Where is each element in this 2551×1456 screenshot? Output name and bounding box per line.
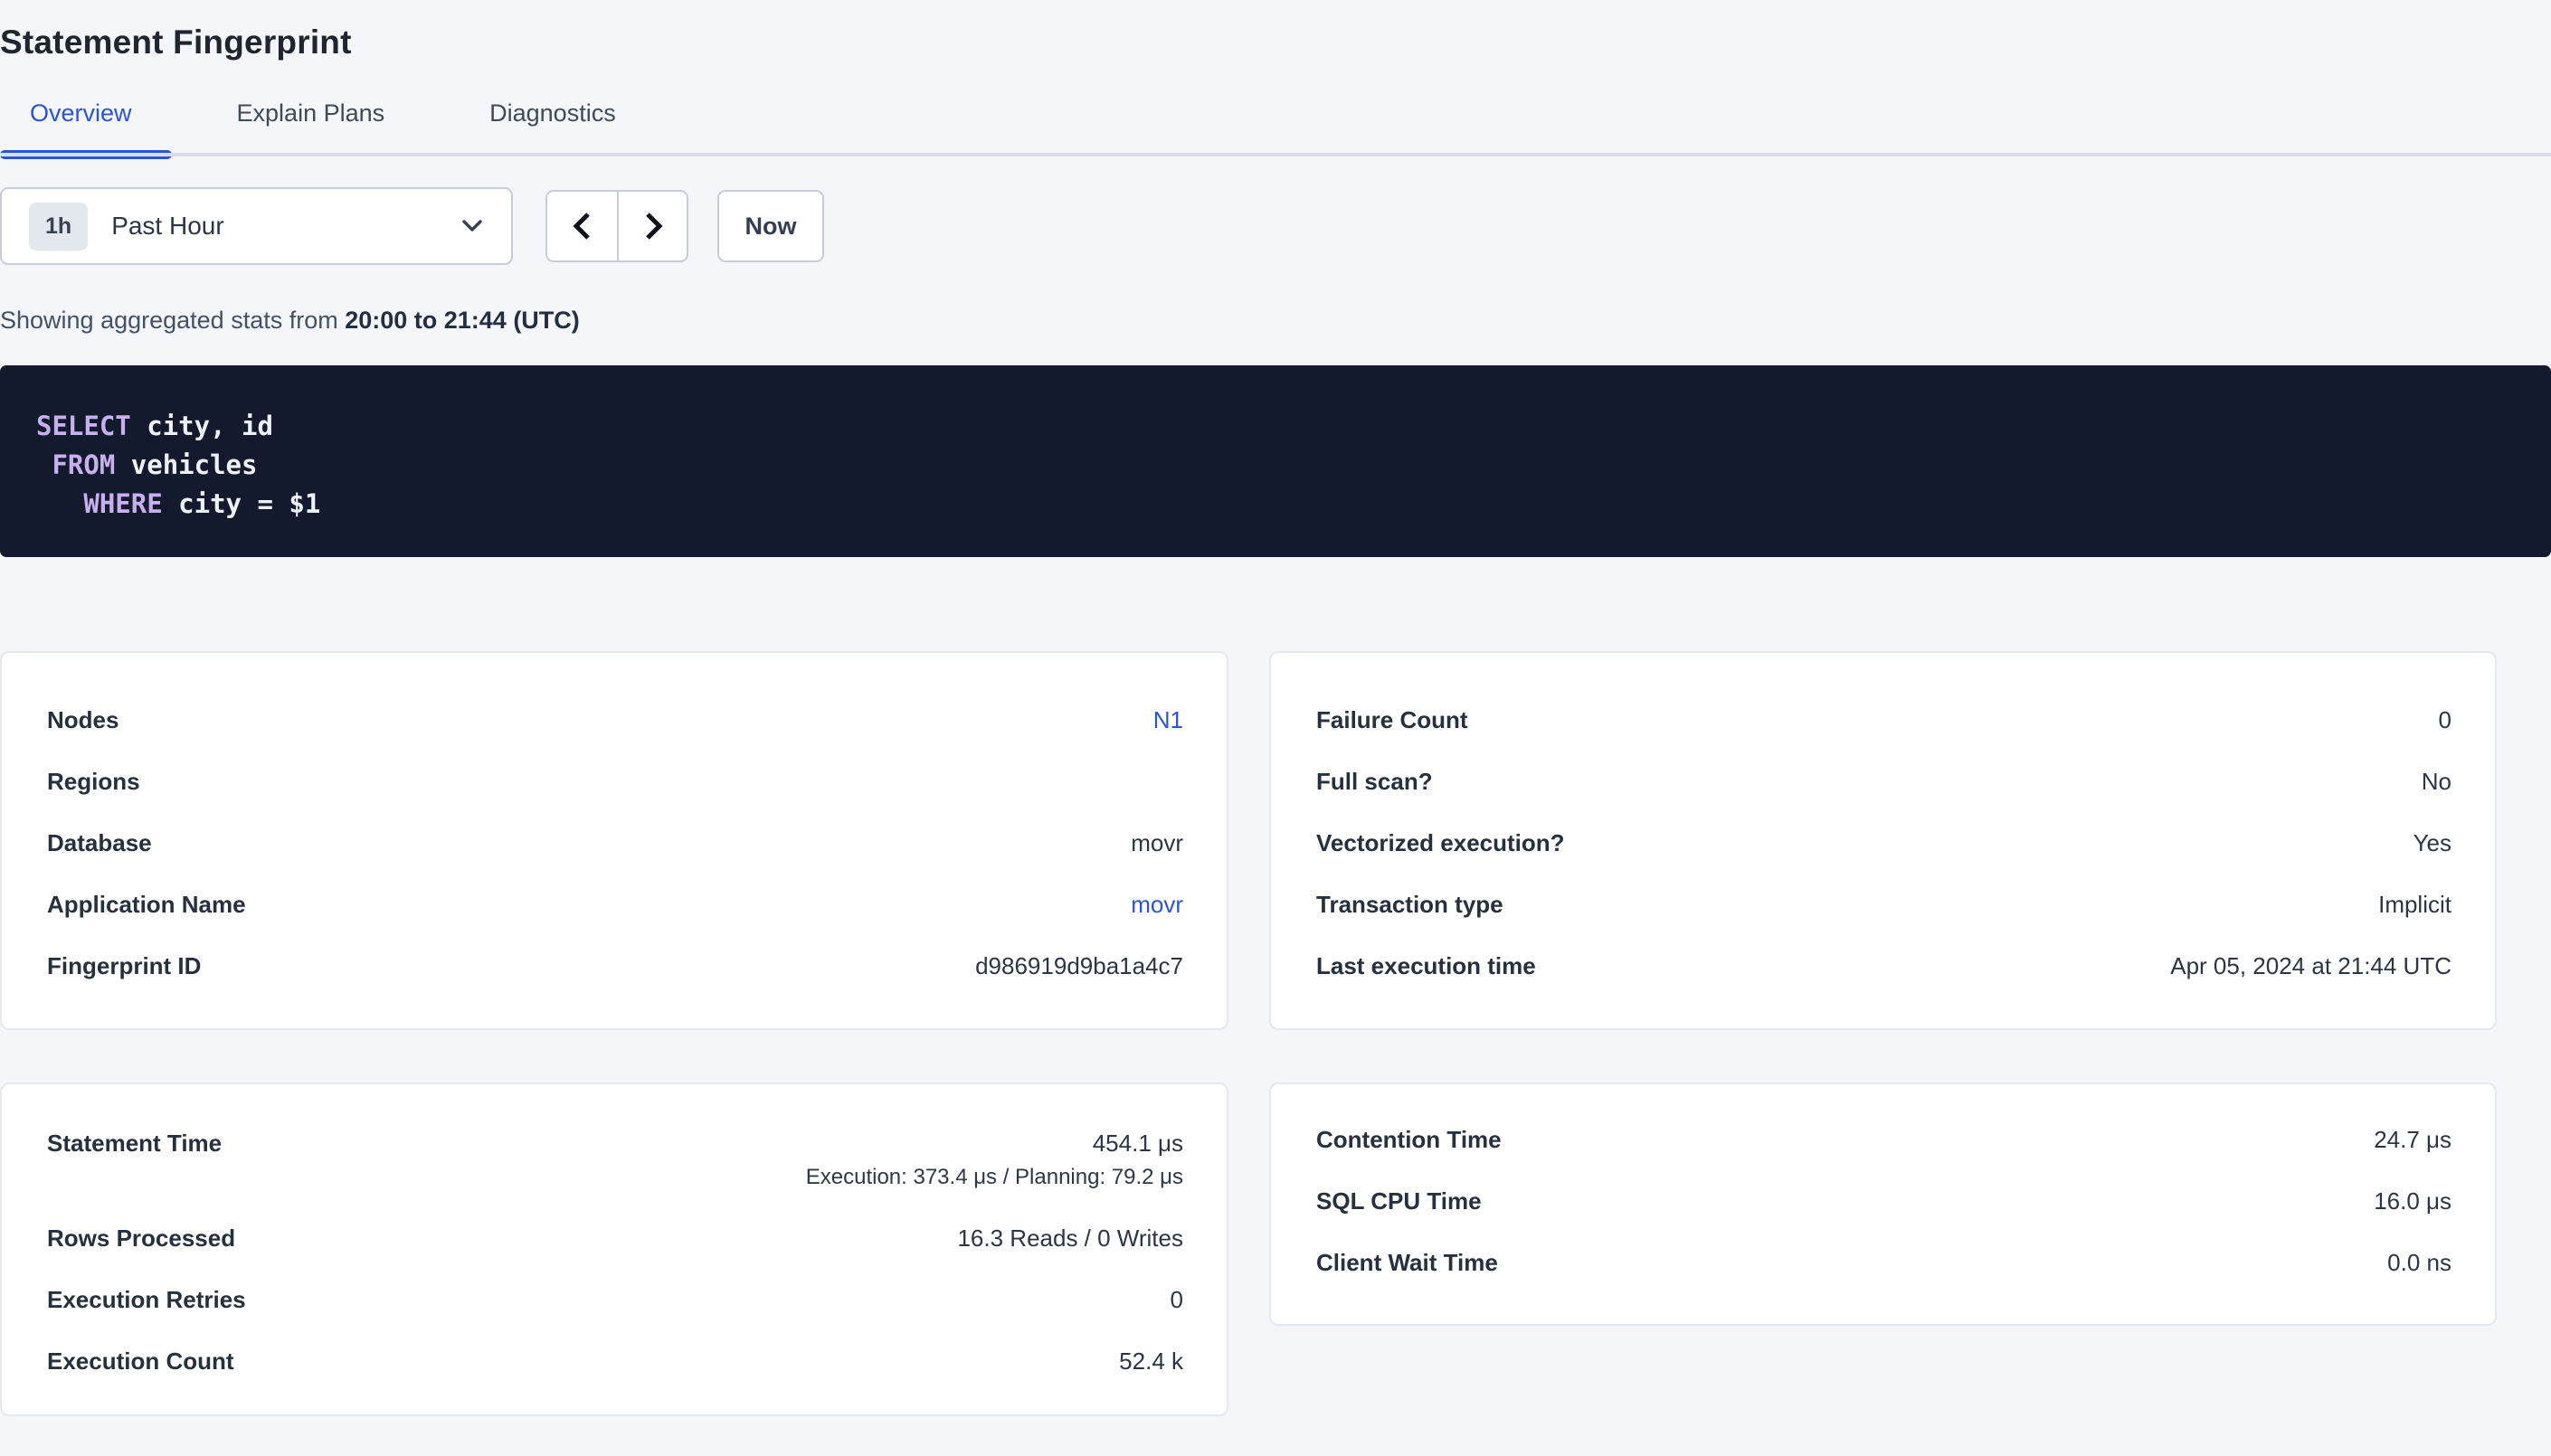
table-row: Fingerprint ID d986919d9ba1a4c7 [47,935,1183,997]
next-interval-button[interactable] [617,192,687,260]
row-value: Implicit [2378,891,2451,919]
row-value: 0.0 ns [2387,1249,2451,1277]
row-value: 16.0 μs [2374,1187,2451,1215]
time-controls: 1h Past Hour [0,187,2551,265]
tab-bar: Overview Explain Plans Diagnostics [0,99,2551,156]
aggregated-stats-caption: Showing aggregated stats from 20:00 to 2… [0,307,2551,335]
row-value: Apr 05, 2024 at 21:44 UTC [2170,952,2451,980]
row-label: Application Name [47,891,246,919]
time-range-select[interactable]: 1h Past Hour [0,187,513,265]
statement-time-card: Statement Time 454.1 μs Execution: 373.4… [0,1083,1228,1416]
statement-fingerprint-page: Statement Fingerprint Overview Explain P… [0,0,2551,1456]
table-row: Vectorized execution? Yes [1316,812,2451,874]
sql-keyword: SELECT [36,411,131,441]
row-subvalue: Execution: 373.4 μs / Planning: 79.2 μs [806,1165,1183,1190]
chevron-left-icon [569,208,596,244]
sql-line: FROM vehicles [36,446,2515,485]
row-label: Full scan? [1316,768,1433,796]
stats-caption-range: 20:00 to 21:44 (UTC) [345,307,580,334]
table-row: Execution Count 52.4 k [47,1330,1183,1392]
table-row: Rows Processed 16.3 Reads / 0 Writes [47,1207,1183,1269]
table-row: Contention Time 24.7 μs [1316,1109,2451,1170]
sql-statement-box: SELECT city, id FROM vehicles WHERE city… [0,365,2551,557]
row-value: 52.4 k [1119,1347,1183,1376]
table-row: Full scan? No [1316,751,2451,812]
row-label: Vectorized execution? [1316,829,1565,857]
table-row: SQL CPU Time 16.0 μs [1316,1170,2451,1232]
row-label: Fingerprint ID [47,952,201,980]
row-label: Rows Processed [47,1224,235,1253]
tab-overview-label: Overview [30,99,132,127]
row-value: d986919d9ba1a4c7 [975,952,1183,980]
row-value: Yes [2413,829,2451,857]
table-row: Transaction type Implicit [1316,874,2451,935]
sql-keyword: WHERE [83,488,162,519]
sql-keyword: FROM [52,449,115,480]
table-row: Execution Retries 0 [47,1269,1183,1330]
sql-line: WHERE city = $1 [36,485,2515,524]
row-value: No [2422,768,2451,796]
nodes-link[interactable]: N1 [1153,706,1183,734]
table-row: Failure Count 0 [1316,689,2451,751]
row-value: 16.3 Reads / 0 Writes [957,1224,1183,1253]
stats-caption-prefix: Showing aggregated stats from [0,307,345,334]
row-label: Contention Time [1316,1126,1502,1154]
tab-bar-divider [0,153,2551,156]
row-value: movr [1131,829,1183,857]
chevron-right-icon [640,208,667,244]
performance-cards-row: Statement Time 454.1 μs Execution: 373.4… [0,1083,2551,1416]
row-label: Transaction type [1316,891,1503,919]
table-row: Statement Time 454.1 μs Execution: 373.4… [47,1120,1183,1207]
tab-explain-plans-label: Explain Plans [237,99,385,127]
row-label: Regions [47,768,140,796]
wait-time-card: Contention Time 24.7 μs SQL CPU Time 16.… [1269,1083,2497,1326]
row-value: 24.7 μs [2374,1126,2451,1154]
row-label: Failure Count [1316,706,1468,734]
time-range-badge: 1h [29,203,88,251]
table-row: Client Wait Time 0.0 ns [1316,1232,2451,1293]
row-label: Client Wait Time [1316,1249,1498,1277]
row-label: Last execution time [1316,952,1536,980]
previous-interval-button[interactable] [547,192,617,260]
table-row: Database movr [47,812,1183,874]
row-label: Statement Time [47,1130,222,1158]
row-label: Nodes [47,706,119,734]
chevron-down-icon [459,217,486,235]
time-step-buttons [545,190,688,262]
table-row: Regions [47,751,1183,812]
application-name-link[interactable]: movr [1131,891,1183,919]
execution-attributes-card: Failure Count 0 Full scan? No Vectorized… [1269,651,2497,1030]
now-button[interactable]: Now [717,190,824,262]
table-row: Last execution time Apr 05, 2024 at 21:4… [1316,935,2451,997]
tab-diagnostics[interactable]: Diagnostics [437,99,669,156]
row-label: Execution Count [47,1347,234,1376]
row-label: Database [47,829,152,857]
details-cards-row: Nodes N1 Regions Database movr Applicati… [0,651,2551,1030]
time-range-label: Past Hour [111,212,224,241]
row-value: 454.1 μs [1093,1130,1183,1158]
sql-line: SELECT city, id [36,407,2515,446]
row-value: 0 [1171,1286,1183,1314]
table-row: Application Name movr [47,874,1183,935]
statement-details-card: Nodes N1 Regions Database movr Applicati… [0,651,1228,1030]
row-value: 0 [2439,706,2451,734]
row-label: SQL CPU Time [1316,1187,1482,1215]
table-row: Nodes N1 [47,689,1183,751]
row-label: Execution Retries [47,1286,246,1314]
page-title: Statement Fingerprint [0,0,2551,61]
tab-overview[interactable]: Overview [0,99,185,156]
tab-explain-plans[interactable]: Explain Plans [185,99,438,156]
tab-diagnostics-label: Diagnostics [489,99,616,127]
